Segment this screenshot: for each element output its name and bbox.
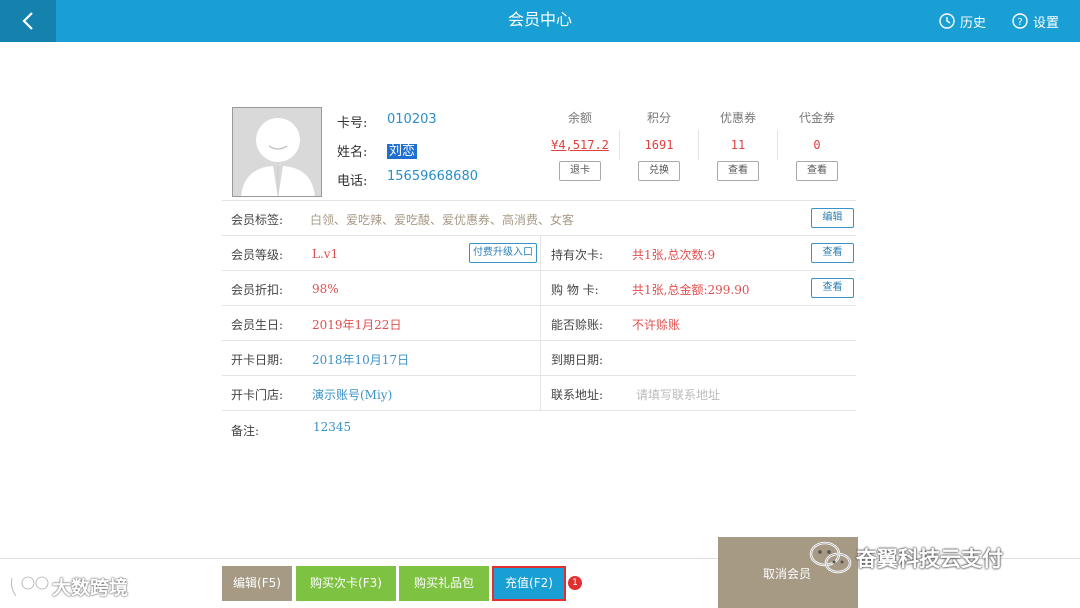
tags-value: 白领、爱吃辣、爱吃酸、爱优惠券、高消费、女客	[310, 213, 575, 227]
name-label: 姓名:	[337, 145, 368, 160]
stat-vouchers: 代金券 0 查看	[778, 108, 856, 181]
tags-label: 会员标签:	[231, 213, 284, 227]
row-divider	[222, 340, 856, 341]
refund-card-button[interactable]: 退卡	[559, 161, 601, 181]
history-label: 历史	[960, 15, 987, 31]
redeem-button[interactable]: 兑换	[638, 161, 680, 181]
buy-gift-pack-button[interactable]: 购买礼品包	[399, 566, 489, 601]
card-number-value: 010203	[387, 112, 437, 127]
credit-label: 能否赊账:	[551, 318, 604, 332]
store-value: 演示账号(Miy)	[312, 388, 393, 402]
watermark-right: 奋翼科技云支付	[808, 540, 1003, 576]
paid-upgrade-button[interactable]: 付费升级入口	[469, 243, 537, 263]
store-label: 开卡门店:	[231, 388, 284, 402]
stat-balance: 余额 ¥4,517.2 退卡	[541, 108, 619, 181]
points-value: 1691	[644, 138, 674, 152]
chevron-left-icon	[22, 12, 33, 30]
edit-tags-button[interactable]: 编辑	[811, 208, 854, 228]
row-divider	[222, 375, 856, 376]
coupons-value: 11	[730, 138, 746, 152]
view-shopping-card-button[interactable]: 查看	[811, 278, 854, 298]
open-date-label: 开卡日期:	[231, 353, 284, 367]
card-number-label: 卡号:	[337, 116, 368, 131]
level-value: L.v1	[312, 247, 339, 261]
history-button[interactable]: 历史	[938, 0, 986, 42]
logo-icon	[10, 575, 50, 597]
remark-value: 12345	[313, 420, 352, 434]
count-card-value: 共1张,总次数:9	[632, 248, 716, 262]
help-icon: ?	[1012, 13, 1028, 29]
svg-text:?: ?	[1017, 17, 1022, 28]
discount-label: 会员折扣:	[231, 283, 284, 297]
shopping-card-label: 购 物 卡:	[551, 283, 599, 297]
row-divider	[222, 270, 856, 271]
row-divider	[222, 235, 856, 236]
phone-label: 电话:	[337, 174, 368, 189]
column-divider	[540, 235, 541, 410]
vouchers-value: 0	[813, 138, 821, 152]
address-input[interactable]: 请填写联系地址	[636, 386, 720, 403]
stat-title: 代金券	[798, 111, 835, 125]
balance-value[interactable]: ¥4,517.2	[541, 132, 619, 158]
back-button[interactable]	[0, 0, 56, 42]
stat-title: 积分	[646, 111, 671, 125]
credit-value: 不许赊账	[632, 318, 681, 332]
watermark-left: 大数跨境	[8, 573, 128, 600]
stat-title: 优惠券	[719, 111, 756, 125]
discount-value: 98%	[312, 282, 339, 296]
stat-coupons: 优惠券 11 查看	[699, 108, 777, 181]
address-label: 联系地址:	[551, 388, 604, 402]
view-vouchers-button[interactable]: 查看	[796, 161, 838, 181]
level-label: 会员等级:	[231, 248, 284, 262]
row-divider	[222, 305, 856, 306]
user-placeholder-icon	[241, 118, 315, 196]
name-highlight: 刘恋	[387, 144, 418, 159]
settings-label: 设置	[1033, 15, 1060, 31]
page-title: 会员中心	[507, 10, 572, 29]
cancel-member-label: 取消会员	[763, 567, 812, 581]
expire-date-label: 到期日期:	[551, 353, 604, 367]
stat-points: 积分 1691 兑换	[620, 108, 698, 181]
view-coupons-button[interactable]: 查看	[717, 161, 759, 181]
top-bar: 会员中心 历史 ? 设置	[0, 0, 1080, 42]
wechat-icon	[809, 541, 852, 574]
watermark-left-text: 大数跨境	[52, 577, 129, 599]
phone-value: 15659668680	[387, 169, 478, 184]
open-date-value: 2018年10月17日	[312, 353, 410, 367]
recharge-button[interactable]: 充值(F2)	[492, 566, 566, 601]
shopping-card-value: 共1张,总金额:299.90	[632, 283, 750, 297]
view-count-card-button[interactable]: 查看	[811, 243, 854, 263]
stat-title: 余额	[567, 111, 592, 125]
birthday-value: 2019年1月22日	[312, 318, 402, 332]
history-icon	[939, 13, 955, 29]
step-badge: 1	[568, 576, 582, 590]
row-divider	[222, 410, 856, 411]
buy-count-card-button[interactable]: 购买次卡(F3)	[296, 566, 396, 601]
member-center-page: 会员中心 历史 ? 设置 卡号: 010203 姓名: 刘恋 电话: 15659…	[0, 0, 1080, 608]
remark-label: 备注:	[231, 424, 260, 438]
birthday-label: 会员生日:	[231, 318, 284, 332]
settings-button[interactable]: ? 设置	[1011, 0, 1059, 42]
watermark-right-text: 奋翼科技云支付	[856, 547, 1003, 571]
avatar	[232, 107, 322, 197]
row-divider	[222, 200, 856, 201]
count-card-label: 持有次卡:	[551, 248, 604, 262]
edit-button[interactable]: 编辑(F5)	[222, 566, 292, 601]
name-value: 刘恋	[387, 140, 418, 159]
